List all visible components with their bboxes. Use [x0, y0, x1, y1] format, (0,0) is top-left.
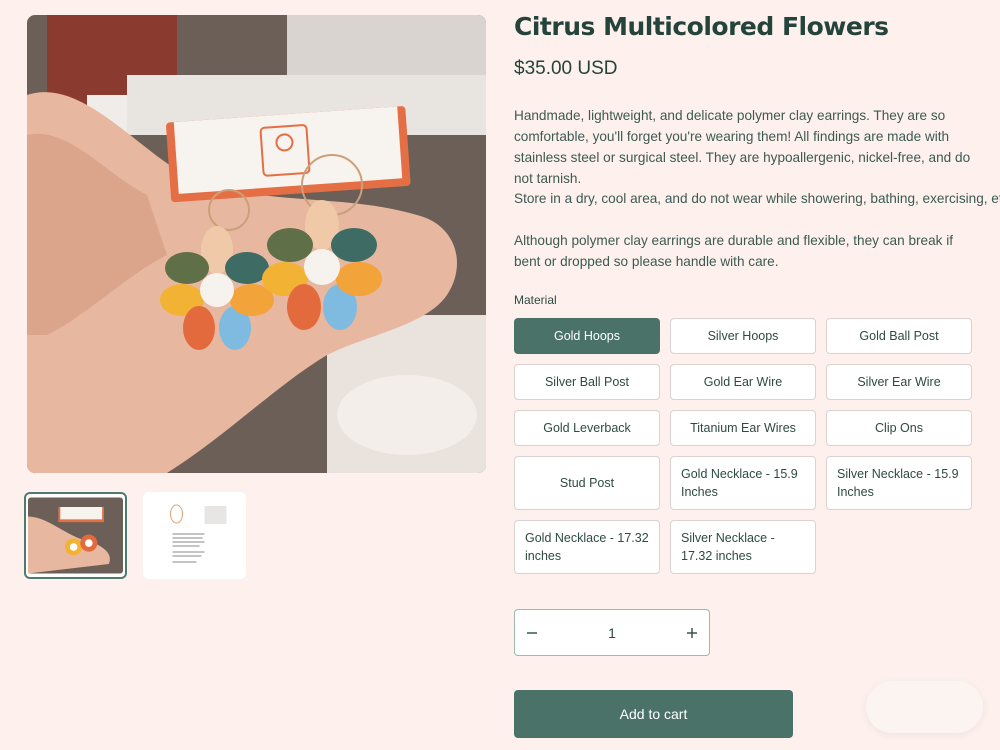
material-option-silver-necklace-15-9[interactable]: Silver Necklace - 15.9 Inches — [826, 456, 972, 510]
material-option-stud-post[interactable]: Stud Post — [514, 456, 660, 510]
material-option-clip-ons[interactable]: Clip Ons — [826, 410, 972, 446]
material-option-gold-leverback[interactable]: Gold Leverback — [514, 410, 660, 446]
material-option-titanium-ear-wires[interactable]: Titanium Ear Wires — [670, 410, 816, 446]
quantity-decrease-button[interactable] — [515, 610, 549, 655]
earrings-photo — [27, 15, 486, 473]
description-paragraph: Handmade, lightweight, and delicate poly… — [514, 108, 971, 186]
material-options: Gold Hoops Silver Hoops Gold Ball Post S… — [514, 318, 974, 574]
material-option-silver-necklace-17-32[interactable]: Silver Necklace - 17.32 inches — [670, 520, 816, 574]
material-label: Material — [514, 293, 557, 307]
quantity-value[interactable]: 1 — [549, 625, 675, 641]
product-main-image[interactable] — [27, 15, 486, 473]
material-option-silver-ear-wire[interactable]: Silver Ear Wire — [826, 364, 972, 400]
add-to-cart-button[interactable]: Add to cart — [514, 690, 793, 738]
material-option-gold-hoops[interactable]: Gold Hoops — [514, 318, 660, 354]
material-option-gold-ear-wire[interactable]: Gold Ear Wire — [670, 364, 816, 400]
product-title: Citrus Multicolored Flowers — [514, 12, 889, 41]
thumbnail-strip — [24, 492, 246, 579]
thumbnail-2[interactable] — [143, 492, 246, 579]
plus-icon — [687, 627, 697, 638]
material-option-silver-hoops[interactable]: Silver Hoops — [670, 318, 816, 354]
minus-icon — [527, 631, 537, 634]
thumbnail-diagram — [144, 492, 245, 579]
chat-widget[interactable] — [866, 681, 983, 733]
description-paragraph: Although polymer clay earrings are durab… — [514, 233, 954, 269]
thumbnail-1[interactable] — [24, 492, 127, 579]
product-price: $35.00 USD — [514, 58, 618, 79]
material-option-gold-necklace-17-32[interactable]: Gold Necklace - 17.32 inches — [514, 520, 660, 574]
description-paragraph: Store in a dry, cool area, and do not we… — [514, 191, 1000, 206]
material-option-gold-ball-post[interactable]: Gold Ball Post — [826, 318, 972, 354]
thumbnail-photo — [28, 497, 123, 574]
quantity-stepper: 1 — [514, 609, 710, 656]
material-option-silver-ball-post[interactable]: Silver Ball Post — [514, 364, 660, 400]
quantity-increase-button[interactable] — [675, 610, 709, 655]
material-option-gold-necklace-15-9[interactable]: Gold Necklace - 15.9 Inches — [670, 456, 816, 510]
